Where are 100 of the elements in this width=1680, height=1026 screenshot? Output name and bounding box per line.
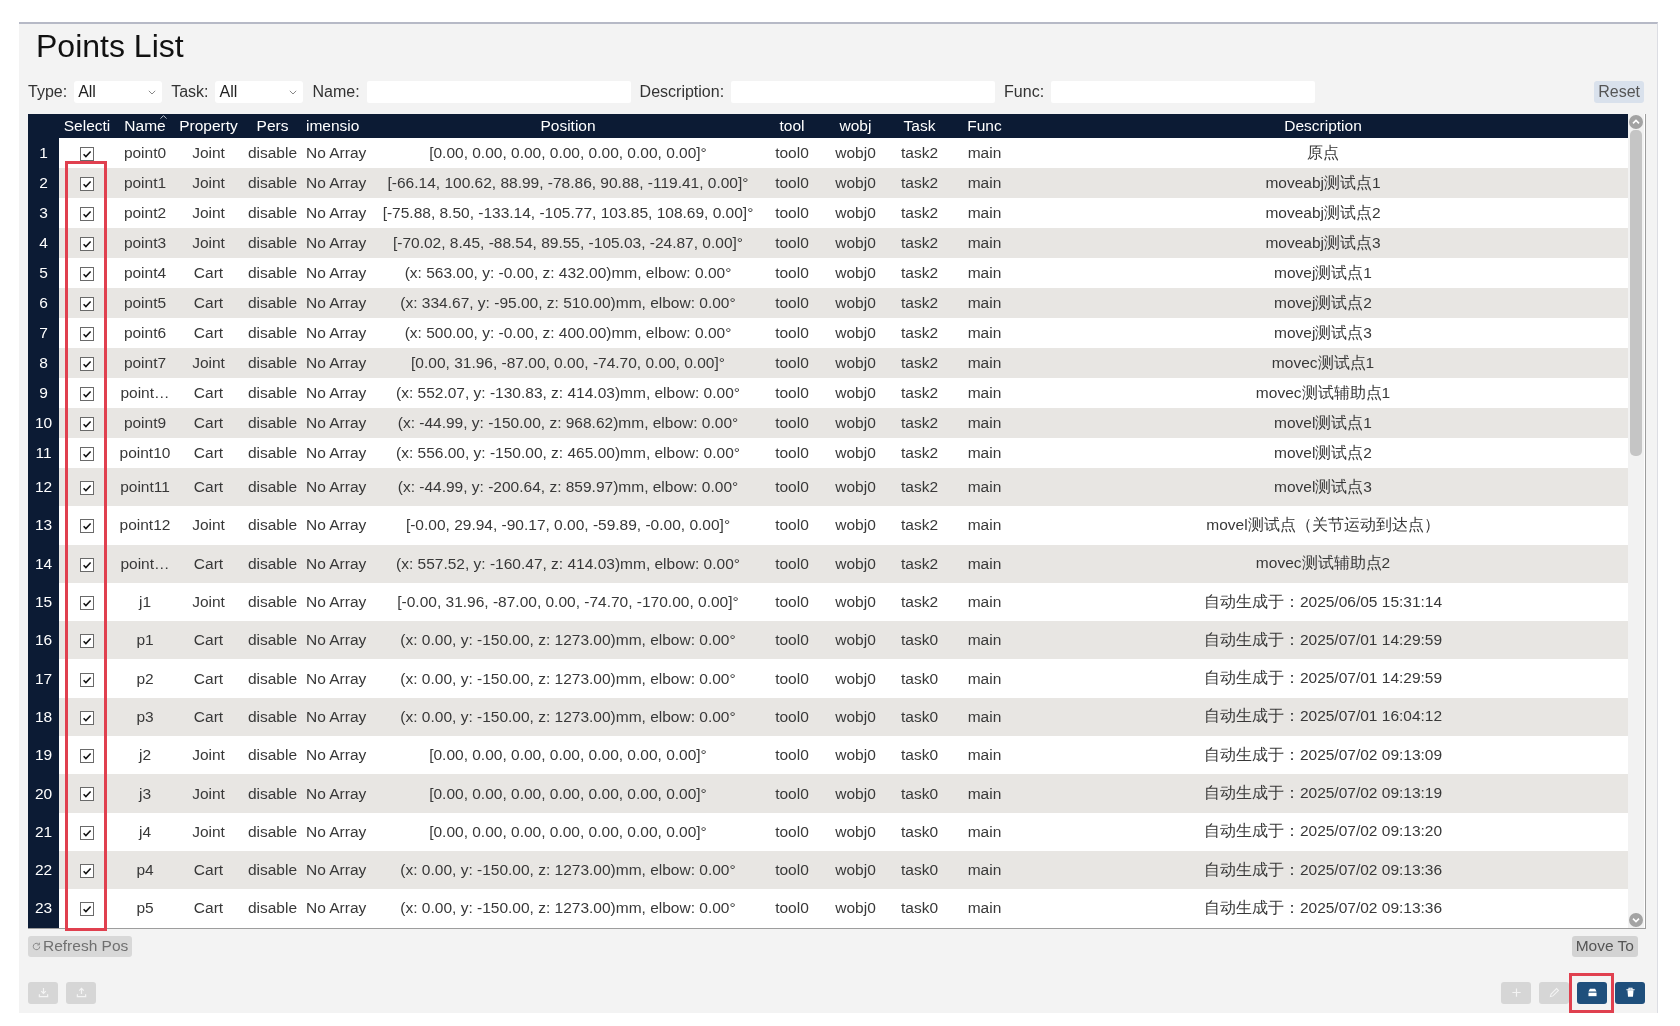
reset-button[interactable]: Reset bbox=[1594, 81, 1644, 103]
checkbox[interactable] bbox=[80, 481, 94, 496]
column-header[interactable]: wobj bbox=[823, 114, 888, 138]
table-cell: main bbox=[951, 736, 1018, 775]
table-cell: main bbox=[951, 138, 1018, 168]
table-cell: point10 bbox=[115, 438, 175, 468]
table-cell: tool0 bbox=[761, 168, 823, 198]
table-cell: No Array bbox=[303, 348, 375, 378]
table-cell: No Array bbox=[303, 318, 375, 348]
table-cell: No Array bbox=[303, 774, 375, 813]
table-cell: (x: 0.00, y: -150.00, z: 1273.00)mm, elbow: 0.00° bbox=[375, 850, 761, 890]
column-header[interactable]: imensio bbox=[303, 114, 375, 138]
checkbox[interactable] bbox=[80, 356, 94, 371]
column-header[interactable]: Description bbox=[1018, 114, 1628, 138]
table-cell: task0 bbox=[888, 736, 951, 775]
column-header[interactable]: Selecti bbox=[59, 114, 115, 138]
table-cell: disable bbox=[242, 582, 303, 622]
table-cell: (x: 334.67, y: -95.00, z: 510.00)mm, elbow: 0.00° bbox=[375, 288, 761, 318]
table-cell: task2 bbox=[888, 198, 951, 228]
column-header[interactable]: Task bbox=[888, 114, 951, 138]
checkbox[interactable] bbox=[80, 902, 94, 917]
table-cell: [-75.88, 8.50, -133.14, -105.77, 103.85, 108.69, 0.00]° bbox=[375, 198, 761, 228]
column-header[interactable]: Position bbox=[375, 114, 761, 138]
table-cell: Cart bbox=[175, 659, 242, 698]
page-title: Points List bbox=[36, 28, 184, 64]
table-cell: Joint bbox=[175, 736, 242, 775]
checkbox[interactable] bbox=[80, 595, 94, 610]
table-cell: tool0 bbox=[761, 544, 823, 583]
table-cell: task2 bbox=[888, 138, 951, 168]
move-to-button[interactable]: Move To bbox=[1571, 935, 1638, 957]
filter-label: Description: bbox=[639, 83, 725, 101]
table-cell: No Array bbox=[303, 168, 375, 198]
checkbox[interactable] bbox=[80, 634, 94, 649]
checkbox[interactable] bbox=[80, 672, 94, 687]
scrollbar[interactable] bbox=[1628, 114, 1644, 928]
tray-button[interactable] bbox=[1577, 981, 1607, 1004]
checkbox[interactable] bbox=[80, 296, 94, 311]
table-cell: No Array bbox=[303, 228, 375, 258]
table-cell: wobj0 bbox=[823, 198, 888, 228]
table-cell: main bbox=[951, 318, 1018, 348]
filter-dropdown[interactable]: All bbox=[215, 81, 304, 103]
table-cell: wobj0 bbox=[823, 697, 888, 737]
table-cell: 自动生成于：2025/07/02 09:13:19 bbox=[1018, 774, 1628, 813]
table-cell: movel测试点3 bbox=[1018, 468, 1628, 507]
checkbox[interactable] bbox=[80, 446, 94, 461]
checkbox[interactable] bbox=[80, 416, 94, 431]
checkbox[interactable] bbox=[80, 326, 94, 341]
checkmark-icon bbox=[82, 238, 92, 249]
table-cell: j3 bbox=[115, 774, 175, 813]
table-cell: Joint bbox=[175, 582, 242, 622]
checkbox[interactable] bbox=[80, 146, 94, 161]
checkbox[interactable] bbox=[80, 557, 94, 572]
checkbox[interactable] bbox=[80, 266, 94, 281]
table-cell: wobj0 bbox=[823, 621, 888, 660]
checkbox[interactable] bbox=[80, 787, 94, 802]
table-cell: (x: 552.07, y: -130.83, z: 414.03)mm, elbow: 0.00° bbox=[375, 378, 761, 408]
column-header[interactable]: Name bbox=[115, 114, 175, 138]
column-header[interactable]: tool bbox=[761, 114, 823, 138]
table-cell: main bbox=[951, 348, 1018, 378]
checkmark-icon bbox=[82, 298, 92, 309]
table-cell: disable bbox=[242, 736, 303, 775]
table-cell: main bbox=[951, 621, 1018, 660]
table-cell: task2 bbox=[888, 544, 951, 583]
table-cell: tool0 bbox=[761, 288, 823, 318]
table-cell: (x: 563.00, y: -0.00, z: 432.00)mm, elbow: 0.00° bbox=[375, 258, 761, 288]
refresh-pos-button[interactable]: Refresh Pos bbox=[28, 935, 133, 957]
chevron-down-icon bbox=[289, 89, 298, 95]
row-number: 22 bbox=[28, 850, 59, 890]
table-cell: point6 bbox=[115, 318, 175, 348]
download-icon bbox=[37, 987, 49, 999]
checkbox[interactable] bbox=[80, 206, 94, 221]
table-cell: wobj0 bbox=[823, 348, 888, 378]
checkbox[interactable] bbox=[80, 749, 94, 764]
filter-label: Name: bbox=[312, 83, 360, 101]
table-cell: [0.00, 0.00, 0.00, 0.00, 0.00, 0.00, 0.00]° bbox=[375, 774, 761, 813]
table-cell: tool0 bbox=[761, 228, 823, 258]
checkbox[interactable] bbox=[80, 710, 94, 725]
table-cell: No Array bbox=[303, 198, 375, 228]
checkbox[interactable] bbox=[80, 176, 94, 191]
column-header[interactable]: Pers bbox=[242, 114, 303, 138]
table-cell: main bbox=[951, 258, 1018, 288]
checkmark-icon bbox=[82, 521, 92, 532]
table-cell: wobj0 bbox=[823, 850, 888, 890]
table-cell: disable bbox=[242, 544, 303, 583]
checkbox[interactable] bbox=[80, 825, 94, 840]
column-header[interactable]: Property bbox=[175, 114, 242, 138]
checkbox[interactable] bbox=[80, 386, 94, 401]
column-header[interactable]: Func bbox=[951, 114, 1018, 138]
checkbox[interactable] bbox=[80, 864, 94, 878]
checkbox[interactable] bbox=[80, 519, 94, 534]
table-cell: main bbox=[951, 228, 1018, 258]
delete-button[interactable] bbox=[1615, 981, 1645, 1004]
checkmark-icon bbox=[82, 674, 92, 685]
checkbox[interactable] bbox=[80, 236, 94, 251]
tray-icon bbox=[1586, 987, 1598, 999]
filter-dropdown[interactable]: All bbox=[74, 81, 163, 103]
table-cell: disable bbox=[242, 258, 303, 288]
table-cell: point2 bbox=[115, 198, 175, 228]
table-cell: 自动生成于：2025/07/01 14:29:59 bbox=[1018, 621, 1628, 660]
scroll-thumb[interactable] bbox=[1630, 130, 1642, 456]
